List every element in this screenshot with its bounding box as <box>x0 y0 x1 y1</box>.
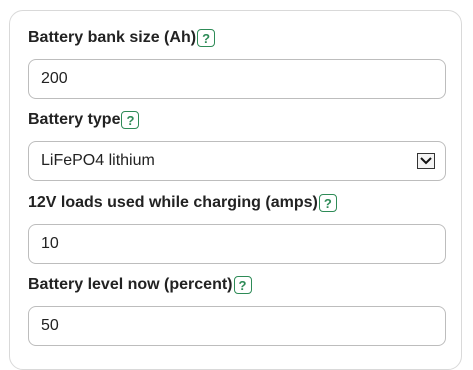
battery-type-label: Battery type <box>28 111 121 128</box>
help-question-icon[interactable]: ? <box>197 29 216 47</box>
loads-while-charging-value: 10 <box>41 235 59 252</box>
calculator-card: Battery bank size (Ah) ? 200 Battery typ… <box>9 10 462 370</box>
help-question-icon[interactable]: ? <box>121 111 140 129</box>
battery-level-field: Battery level now (percent) ? 50 <box>28 272 446 346</box>
help-question-icon[interactable]: ? <box>233 276 252 294</box>
label-row: Battery type ? <box>28 107 446 133</box>
battery-bank-size-field: Battery bank size (Ah) ? 200 <box>28 25 446 99</box>
loads-while-charging-label: 12V loads used while charging (amps) <box>28 194 318 211</box>
battery-type-selected-value: LiFePO4 lithium <box>41 152 155 169</box>
loads-while-charging-field: 12V loads used while charging (amps) ? 1… <box>28 190 446 264</box>
label-row: 12V loads used while charging (amps) ? <box>28 190 446 216</box>
battery-bank-size-input[interactable]: 200 <box>28 59 446 99</box>
battery-level-value: 50 <box>41 317 59 334</box>
battery-level-label: Battery level now (percent) <box>28 276 233 293</box>
chevron-down-icon[interactable] <box>417 153 435 169</box>
battery-bank-size-label: Battery bank size (Ah) <box>28 29 197 46</box>
loads-while-charging-input[interactable]: 10 <box>28 224 446 264</box>
label-row: Battery bank size (Ah) ? <box>28 25 446 51</box>
help-question-icon[interactable]: ? <box>318 194 337 212</box>
battery-type-select[interactable]: LiFePO4 lithium <box>28 141 446 181</box>
battery-level-input[interactable]: 50 <box>28 306 446 346</box>
battery-bank-size-value: 200 <box>41 70 68 87</box>
label-row: Battery level now (percent) ? <box>28 272 446 298</box>
battery-type-field: Battery type ? LiFePO4 lithium <box>28 107 446 181</box>
